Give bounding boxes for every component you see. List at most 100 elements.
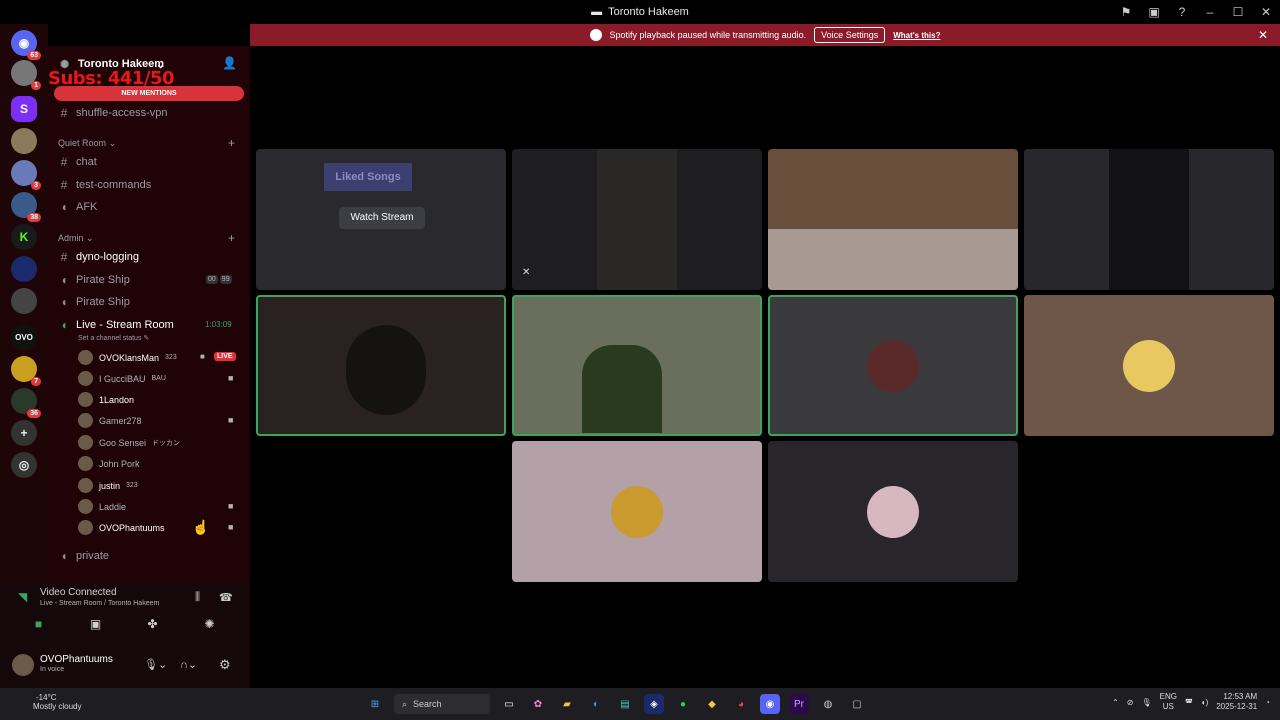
home-icon[interactable]: ◉ 63 xyxy=(11,30,41,60)
noise-suppression-icon[interactable]: ⫼ xyxy=(195,591,200,604)
activities-button[interactable]: ✤ xyxy=(130,617,175,635)
wifi-icon[interactable]: ◚ xyxy=(1185,698,1193,707)
camera-tile-speaking[interactable] xyxy=(256,295,506,436)
inbox-icon[interactable]: ⚑ xyxy=(1112,5,1140,19)
voice-location[interactable]: Live - Stream Room / Toronto Hakeem xyxy=(40,600,159,607)
server-icon[interactable]: S xyxy=(11,96,37,122)
watch-stream-button[interactable]: Watch Stream xyxy=(339,207,425,229)
category-quiet-room[interactable]: Quiet Room ⌄ xyxy=(58,138,116,149)
server-icon[interactable]: 3 xyxy=(11,160,41,190)
task-view-icon[interactable]: ▭ xyxy=(499,694,519,714)
voice-user[interactable]: Laddie xyxy=(78,499,126,514)
camera-tile[interactable]: ✕ xyxy=(512,149,762,290)
channel-test-commands[interactable]: # test-commands xyxy=(58,178,152,192)
channel-dyno-logging[interactable]: # dyno-logging xyxy=(58,250,139,264)
screen-icon[interactable]: ▣ xyxy=(1140,5,1168,19)
voice-user[interactable]: justin 323 xyxy=(78,478,138,493)
voice-user[interactable]: Gamer278 xyxy=(78,413,142,428)
volume-icon[interactable]: ◖) xyxy=(1201,698,1209,707)
ovo-server-icon[interactable]: OVO xyxy=(11,324,37,350)
channel-afk[interactable]: ◖ AFK xyxy=(58,200,97,214)
server-icon[interactable] xyxy=(11,288,37,314)
soundboard-button[interactable]: ✺ xyxy=(187,617,232,635)
channel-pirate-ship[interactable]: ◖ Pirate Ship xyxy=(58,273,129,287)
server-icon[interactable] xyxy=(11,256,37,282)
discover-icon[interactable]: ◎ xyxy=(11,452,37,478)
disconnect-icon[interactable]: ☎ xyxy=(219,591,233,604)
chevron-up-icon[interactable]: ⌃ xyxy=(1112,698,1119,707)
camera-tile[interactable] xyxy=(768,149,1018,290)
new-mentions-banner[interactable]: NEW MENTIONS xyxy=(54,86,244,101)
category-admin[interactable]: Admin ⌄ xyxy=(58,233,94,244)
server-icon[interactable]: 38 xyxy=(11,192,41,222)
kick-server-icon[interactable]: K xyxy=(11,224,37,250)
server-icon[interactable] xyxy=(11,128,37,154)
avatar-tile[interactable] xyxy=(1024,295,1274,436)
voice-status[interactable]: Video Connected xyxy=(40,587,117,598)
taskbar-search[interactable]: ⌕ Search xyxy=(394,694,490,714)
tag-label: ドッカン xyxy=(152,439,181,447)
voice-user[interactable]: OVOKlansMan 323 xyxy=(78,350,177,365)
channel-live-stream-room[interactable]: ◖ Live - Stream Room xyxy=(58,318,173,332)
avatar[interactable] xyxy=(12,654,34,676)
channel-pirate-ship-2[interactable]: ◖ Pirate Ship xyxy=(58,295,129,309)
invite-icon[interactable]: 👤 xyxy=(222,56,237,70)
spotify-taskbar-icon[interactable]: ● xyxy=(673,694,693,714)
stream-preview-tile[interactable]: Liked Songs Watch Stream xyxy=(256,149,506,290)
windows-start-icon[interactable]: ⊞ xyxy=(365,694,385,714)
chrome-icon[interactable]: ◕ xyxy=(731,694,751,714)
mic-icon[interactable]: 🎙⌄ xyxy=(144,658,167,671)
channel-shuffle-access-vpn[interactable]: # shuffle-access-vpn xyxy=(58,106,168,120)
discord-taskbar-icon[interactable]: ◉ xyxy=(760,694,780,714)
server-icon[interactable]: 7 xyxy=(11,356,41,386)
notepad-icon[interactable]: ▤ xyxy=(615,694,635,714)
clock[interactable]: 12:53 AM 2025-12-31 xyxy=(1216,692,1257,712)
settings-gear-icon[interactable]: ⚙ xyxy=(219,657,231,673)
camera-tile-speaking[interactable] xyxy=(512,295,762,436)
headphones-icon[interactable]: ∩⌄ xyxy=(180,658,197,671)
edge-icon[interactable]: ◐ xyxy=(586,694,606,714)
avatar-tile[interactable] xyxy=(768,441,1018,582)
whats-this-link[interactable]: What's this? xyxy=(893,31,940,40)
channel-private[interactable]: ◖ private xyxy=(58,549,109,563)
app-icon[interactable]: ◍ xyxy=(818,694,838,714)
app-icon[interactable]: ◈ xyxy=(644,694,664,714)
voice-user[interactable]: John Pork xyxy=(78,456,140,471)
camera-toggle-button[interactable]: ■ xyxy=(16,617,61,635)
copilot-icon[interactable]: ✿ xyxy=(528,694,548,714)
voice-user[interactable]: OVOPhantuums xyxy=(78,520,165,535)
set-channel-status[interactable]: Set a channel status ✎ xyxy=(78,334,149,342)
voice-settings-button[interactable]: Voice Settings xyxy=(814,27,886,43)
channel-chat[interactable]: # chat xyxy=(58,155,97,169)
network-icon[interactable]: ⊘ xyxy=(1127,698,1134,707)
app-icon[interactable]: ◆ xyxy=(702,694,722,714)
speaker-icon: ◖ xyxy=(60,200,68,214)
close-notice-icon[interactable]: ✕ xyxy=(1258,28,1268,42)
avatar xyxy=(867,339,919,392)
screen-share-button[interactable]: ▣ xyxy=(73,617,118,635)
user-name[interactable]: OVOPhantuums xyxy=(40,654,113,665)
notifications-icon[interactable]: ◔ xyxy=(1265,698,1270,707)
mic-tray-icon[interactable]: 🎙 xyxy=(1141,698,1151,707)
avatar-tile[interactable] xyxy=(512,441,762,582)
add-channel-icon[interactable]: + xyxy=(228,136,235,150)
server-icon[interactable]: 1 xyxy=(11,60,41,90)
add-server-icon[interactable]: + xyxy=(11,420,37,446)
help-icon[interactable]: ? xyxy=(1168,5,1196,19)
close-button[interactable]: ✕ xyxy=(1252,5,1280,19)
premiere-icon[interactable]: Pr xyxy=(789,694,809,714)
app-icon[interactable]: ▢ xyxy=(847,694,867,714)
language-indicator[interactable]: ENG US xyxy=(1160,692,1177,712)
weather-widget[interactable]: -14°C Mostly cloudy xyxy=(18,693,81,711)
avatar-tile-speaking[interactable] xyxy=(768,295,1018,436)
maximize-button[interactable]: ☐ xyxy=(1224,5,1252,19)
minimize-button[interactable]: – xyxy=(1196,5,1224,19)
voice-user[interactable]: 1Landon xyxy=(78,392,134,407)
voice-user-name: 1Landon xyxy=(99,394,135,405)
add-channel-icon[interactable]: + xyxy=(228,231,235,245)
voice-user[interactable]: Goo Sensei ドッカン xyxy=(78,435,180,450)
camera-tile[interactable] xyxy=(1024,149,1274,290)
server-icon[interactable]: 36 xyxy=(11,388,41,418)
file-explorer-icon[interactable]: ▰ xyxy=(557,694,577,714)
voice-user[interactable]: I GucciBAU BAU xyxy=(78,371,166,386)
